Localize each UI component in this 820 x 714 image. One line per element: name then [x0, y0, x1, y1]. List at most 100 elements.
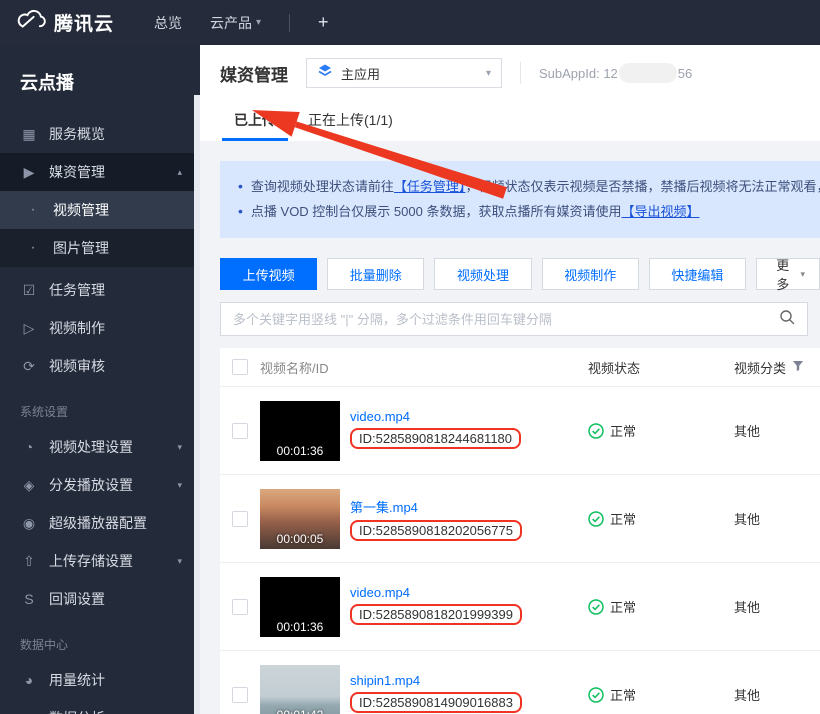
quick-edit-button[interactable]: 快捷编辑	[649, 258, 746, 290]
sidebar-item-superplayer-config[interactable]: ◉ 超级播放器配置	[0, 504, 200, 542]
filter-icon[interactable]	[792, 360, 804, 375]
chevron-down-icon: ▾	[800, 269, 805, 280]
video-id-annotation-box: ID:5285890818201999399	[350, 604, 522, 625]
bullet-icon: •	[238, 203, 243, 219]
category-text: 其他	[734, 597, 820, 616]
pie-chart-icon: ◕	[20, 672, 38, 688]
play-outline-icon: ▷	[20, 320, 38, 337]
column-category-label: 视频分类	[734, 358, 786, 377]
sidebar-scrollbar[interactable]	[194, 95, 200, 714]
video-name-link[interactable]: 第一集.mp4	[350, 497, 522, 516]
sidebar-item-image-management[interactable]: · 图片管理	[0, 229, 200, 267]
app-selector-dropdown[interactable]: 主应用 ▾	[306, 58, 502, 88]
main-header: 媒资管理 主应用 ▾ SubAppId: 12 56	[200, 45, 820, 101]
category-text: 其他	[734, 685, 820, 704]
video-id-annotation-box: ID:5285890818244681180	[350, 428, 521, 449]
video-name-link[interactable]: video.mp4	[350, 585, 522, 600]
video-thumbnail[interactable]: 00:01:36	[260, 577, 340, 637]
sidebar-item-label: 服务概览	[49, 124, 186, 144]
notice-text: 点播 VOD 控制台仅展示 5000 条数据，获取点播所有媒资请使用	[251, 204, 622, 219]
video-thumbnail[interactable]: 00:01:36	[260, 401, 340, 461]
task-management-link[interactable]: 【任务管理】	[394, 179, 466, 194]
player-circle-icon: ◉	[20, 515, 38, 532]
upload-video-button[interactable]: 上传视频	[220, 258, 317, 290]
video-table: 视频名称/ID 视频状态 视频分类	[220, 348, 820, 714]
tab-bar: 已上传 正在上传(1/1)	[200, 101, 820, 141]
task-check-icon: ☑	[20, 282, 38, 299]
status-ok-icon	[588, 423, 604, 439]
sidebar-item-label: 上传存储设置	[49, 551, 166, 571]
sidebar-item-overview[interactable]: ▦ 服务概览	[0, 115, 200, 153]
sidebar-item-label: 用量统计	[49, 670, 186, 690]
brand[interactable]: 腾讯云	[16, 9, 114, 36]
main: 媒资管理 主应用 ▾ SubAppId: 12 56	[200, 45, 820, 714]
chevron-down-icon: ▾	[177, 556, 182, 567]
sidebar-item-transcode-settings[interactable]: ◔ 视频处理设置 ▾	[0, 428, 200, 466]
bullet-icon: ·	[24, 239, 42, 257]
sidebar-item-label: 分发播放设置	[49, 475, 166, 495]
chevron-down-icon: ▾	[256, 17, 261, 28]
sidebar-item-label: 视频处理设置	[49, 437, 166, 457]
export-video-link[interactable]: 【导出视频】	[621, 204, 699, 219]
nav-overview[interactable]: 总览	[154, 13, 182, 33]
notice-banner: •查询视频处理状态请前往【任务管理】，视频状态仅表示视频是否禁播，禁播后视频将无…	[220, 161, 820, 238]
video-process-button[interactable]: 视频处理	[434, 258, 531, 290]
search-input[interactable]	[233, 312, 779, 327]
sidebar-item-label: 媒资管理	[49, 162, 166, 182]
status-ok-icon	[588, 687, 604, 703]
sidebar-item-usage-statistics[interactable]: ◕ 用量统计	[0, 661, 200, 699]
sidebar-section-system-settings: 系统设置	[0, 385, 200, 428]
sidebar-item-distribution-settings[interactable]: ◈ 分发播放设置 ▾	[0, 466, 200, 504]
processing-circle-icon: ◔	[20, 439, 38, 455]
video-thumbnail[interactable]: 00:00:05	[260, 489, 340, 549]
more-button[interactable]: 更多 ▾	[756, 258, 820, 290]
header-divider	[520, 62, 521, 84]
batch-delete-button[interactable]: 批量删除	[327, 258, 424, 290]
subappid-suffix: 56	[678, 66, 692, 81]
callback-icon: S	[20, 591, 38, 607]
upload-arrow-icon: ⇧	[20, 553, 38, 570]
data-analysis-icon: ◔	[20, 710, 38, 714]
sidebar-item-callback-settings[interactable]: S 回调设置	[0, 580, 200, 618]
column-category: 视频分类	[734, 358, 820, 377]
sidebar-item-task-management[interactable]: ☑ 任务管理	[0, 271, 200, 309]
topbar: 腾讯云 总览 云产品 ▾ +	[0, 0, 820, 45]
chevron-down-icon: ▾	[177, 442, 182, 453]
search-icon[interactable]	[779, 309, 795, 330]
status-text: 正常	[610, 685, 636, 704]
sidebar-item-video-review[interactable]: ⟳ 视频审核	[0, 347, 200, 385]
sidebar-item-video-management[interactable]: · 视频管理	[0, 191, 200, 229]
sidebar-section-data-center: 数据中心	[0, 618, 200, 661]
sidebar-item-video-production[interactable]: ▷ 视频制作	[0, 309, 200, 347]
select-all-checkbox[interactable]	[232, 359, 248, 375]
video-produce-button[interactable]: 视频制作	[542, 258, 639, 290]
brand-name: 腾讯云	[54, 9, 114, 36]
sidebar-item-media-management[interactable]: ▶ 媒资管理 ▴	[0, 153, 200, 191]
row-checkbox[interactable]	[232, 423, 248, 439]
subappid-prefix: SubAppId: 12	[539, 66, 618, 81]
sidebar-item-data-analysis[interactable]: ◔ 数据分析	[0, 699, 200, 714]
video-duration: 00:01:36	[260, 620, 340, 634]
bullet-icon: ·	[24, 201, 42, 219]
sidebar-item-upload-storage-settings[interactable]: ⇧ 上传存储设置 ▾	[0, 542, 200, 580]
new-tab-button[interactable]: +	[318, 12, 329, 33]
tab-uploading[interactable]: 正在上传(1/1)	[296, 110, 405, 141]
bullet-icon: •	[238, 178, 243, 194]
status-ok-icon	[588, 599, 604, 615]
tab-uploaded[interactable]: 已上传	[222, 110, 288, 141]
page: 腾讯云 总览 云产品 ▾ + 云点播 ▦ 服务概览 ▶ 媒资管理 ▴	[0, 0, 820, 714]
nav-products[interactable]: 云产品 ▾	[210, 13, 261, 33]
chevron-up-icon: ▴	[177, 167, 182, 178]
search-bar	[220, 302, 808, 336]
video-thumbnail[interactable]: 00:01:42	[260, 665, 340, 714]
video-duration: 00:01:36	[260, 444, 340, 458]
sidebar-item-label: 回调设置	[49, 589, 186, 609]
video-name-link[interactable]: video.mp4	[350, 409, 521, 424]
row-checkbox[interactable]	[232, 687, 248, 703]
chevron-down-icon: ▾	[486, 68, 491, 79]
sidebar-item-label: 视频制作	[49, 318, 186, 338]
row-checkbox[interactable]	[232, 511, 248, 527]
video-name-link[interactable]: shipin1.mp4	[350, 673, 522, 688]
row-checkbox[interactable]	[232, 599, 248, 615]
notice-text: ，视频状态仅表示视频是否禁播，禁播后视频将无法正常观看，生效时	[465, 179, 820, 194]
